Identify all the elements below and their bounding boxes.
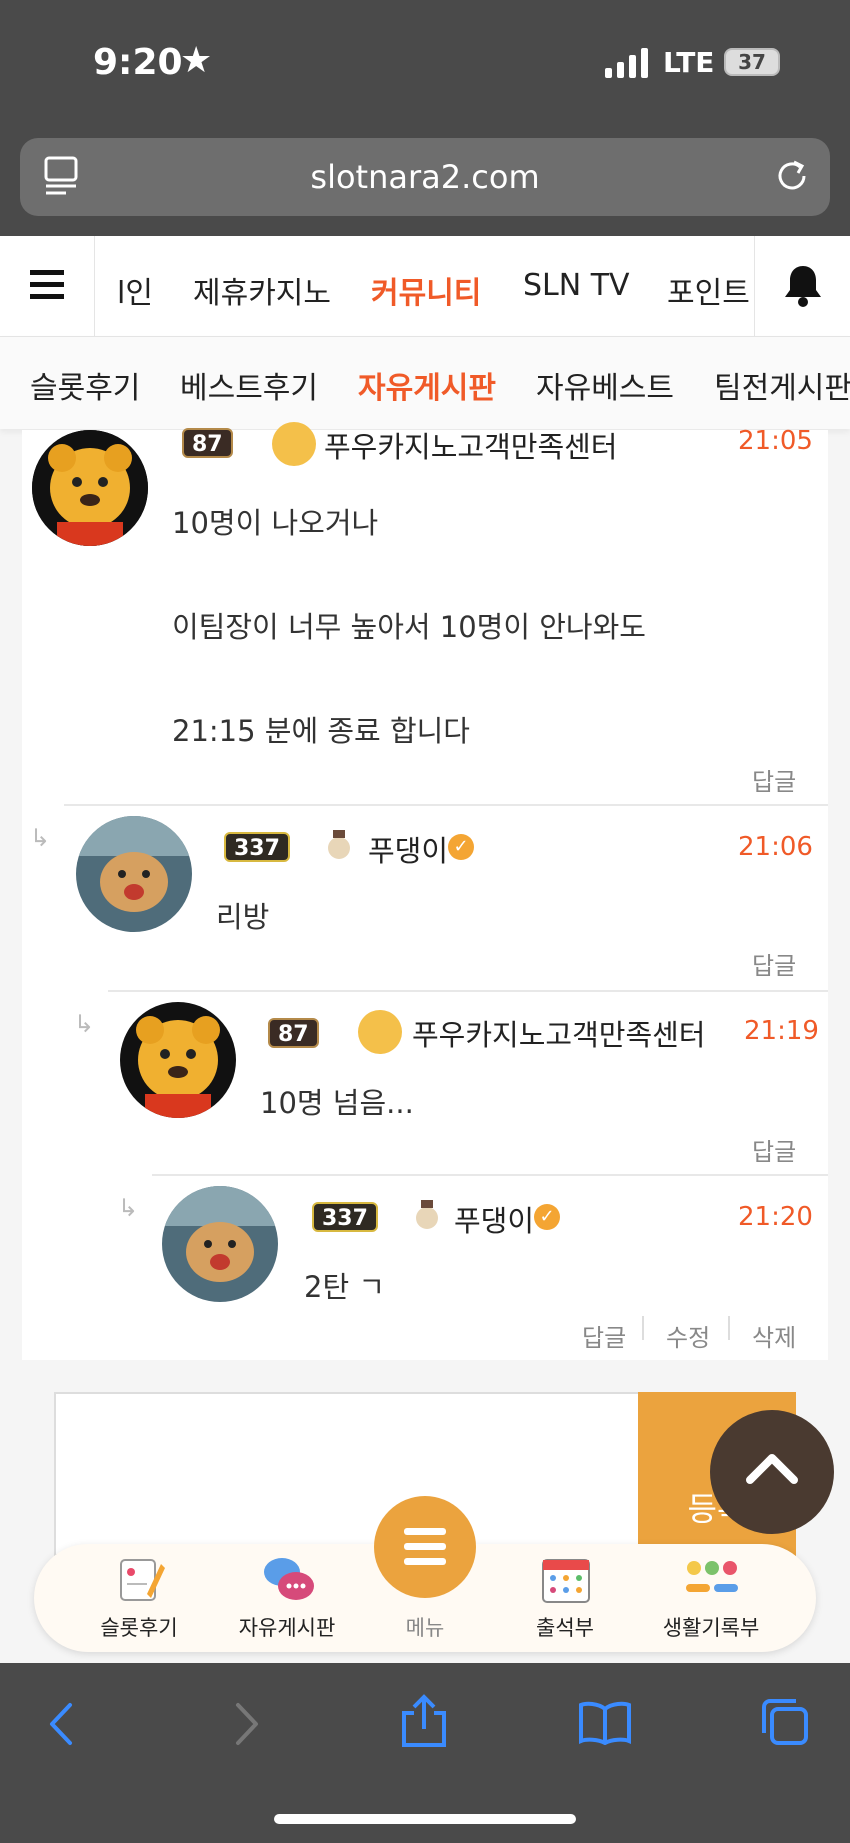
dog-avatar-icon bbox=[76, 816, 192, 932]
bell-icon bbox=[785, 266, 821, 307]
fm-slot-review[interactable]: 슬롯후기 bbox=[74, 1544, 204, 1652]
fm-label: 출석부 bbox=[536, 1616, 594, 1640]
nav-item-community[interactable]: 커뮤니티 bbox=[371, 268, 481, 312]
comment-author[interactable]: 푸댕이 bbox=[368, 828, 448, 870]
status-bar: 9:20 ★ LTE 37 slotnara2.com bbox=[0, 0, 850, 236]
comment-time: 21:19 bbox=[744, 1016, 819, 1046]
tabs-icon[interactable] bbox=[760, 1697, 810, 1747]
fm-label: 메뉴 bbox=[405, 1616, 445, 1640]
comment-author[interactable]: 푸우카지노고객만족센터 bbox=[412, 1012, 705, 1054]
divider bbox=[642, 1316, 644, 1340]
fm-label: 생활기록부 bbox=[662, 1616, 760, 1640]
main-nav: l인 제휴카지노 커뮤니티 SLN TV 포인트 bbox=[0, 236, 850, 337]
comment-line: 2탄 ㄱ bbox=[304, 1270, 386, 1304]
divider bbox=[152, 1174, 828, 1176]
avatar[interactable] bbox=[120, 1002, 236, 1118]
tab-team-board[interactable]: 팀전게시판 bbox=[714, 363, 850, 407]
chevron-up-icon bbox=[746, 1454, 798, 1484]
forward-icon[interactable] bbox=[232, 1701, 262, 1747]
comment-line: 10명이 나오거나 bbox=[172, 506, 379, 540]
level-badge: 87 bbox=[182, 428, 233, 458]
character-icon bbox=[412, 1198, 442, 1234]
pooh-icon bbox=[358, 1010, 402, 1054]
reply-button[interactable]: 답글 bbox=[582, 1318, 626, 1353]
comment-input[interactable] bbox=[54, 1392, 642, 1556]
comment-line: 이팀장이 너무 높아서 10명이 안나와도 bbox=[172, 610, 646, 644]
avatar[interactable] bbox=[76, 816, 192, 932]
notification-button[interactable] bbox=[754, 236, 850, 336]
verified-icon: ✓ bbox=[448, 834, 474, 860]
fm-label: 자유게시판 bbox=[238, 1616, 336, 1640]
menu-button[interactable] bbox=[0, 236, 95, 336]
tab-slot-review[interactable]: 슬롯후기 bbox=[30, 363, 140, 407]
comment-time: 21:20 bbox=[738, 1202, 813, 1232]
dog-avatar-icon bbox=[162, 1186, 278, 1302]
tab-free-board[interactable]: 자유게시판 bbox=[358, 363, 496, 407]
comment-list: 87 푸우카지노고객만족센터 21:05 10명이 나오거나 이팀장이 너무 높… bbox=[22, 422, 828, 1360]
sub-nav: 슬롯후기 베스트후기 자유게시판 자유베스트 팀전게시판 bbox=[0, 337, 850, 429]
avatar[interactable] bbox=[162, 1186, 278, 1302]
comment-time: 21:06 bbox=[738, 832, 813, 862]
fm-label: 슬롯후기 bbox=[100, 1616, 178, 1640]
pooh-avatar-icon bbox=[120, 1002, 236, 1118]
hamburger-icon bbox=[30, 270, 64, 299]
verified-icon: ✓ bbox=[534, 1204, 560, 1230]
comment-line: 10명 넘음... bbox=[260, 1086, 414, 1120]
comment-line: 21:15 분에 종료 합니다 bbox=[172, 714, 470, 748]
divider bbox=[64, 804, 828, 806]
fm-attendance[interactable]: 출석부 bbox=[500, 1544, 630, 1652]
edit-button[interactable]: 수정 bbox=[666, 1318, 710, 1353]
fm-free-board[interactable]: 자유게시판 bbox=[222, 1544, 352, 1652]
avatar[interactable] bbox=[32, 430, 148, 546]
fm-life-record[interactable]: 생활기록부 bbox=[646, 1544, 776, 1652]
level-badge: 337 bbox=[224, 832, 290, 862]
nav-item-partner-casino[interactable]: 제휴카지노 bbox=[193, 268, 331, 312]
reload-icon[interactable] bbox=[772, 156, 812, 196]
bookmarks-icon[interactable] bbox=[578, 1701, 632, 1745]
level-badge: 87 bbox=[268, 1018, 319, 1048]
share-icon[interactable] bbox=[400, 1693, 448, 1749]
calendar-icon bbox=[542, 1559, 590, 1603]
reply-button[interactable]: 답글 bbox=[752, 762, 796, 797]
url-bar[interactable]: slotnara2.com bbox=[20, 138, 830, 216]
nav-item-point[interactable]: 포인트 bbox=[667, 268, 750, 312]
delete-button[interactable]: 삭제 bbox=[752, 1318, 796, 1353]
divider bbox=[728, 1316, 730, 1340]
pooh-icon bbox=[272, 422, 316, 466]
divider bbox=[108, 990, 828, 992]
scroll-top-button[interactable] bbox=[710, 1410, 834, 1534]
comment-line: 리방 bbox=[216, 900, 270, 934]
character-icon bbox=[324, 828, 354, 864]
comment-time: 21:05 bbox=[738, 426, 813, 456]
comment-author[interactable]: 푸우카지노고객만족센터 bbox=[324, 424, 617, 466]
pooh-avatar-icon bbox=[32, 430, 148, 546]
main-nav-scroll: l인 제휴카지노 커뮤니티 SLN TV 포인트 bbox=[95, 236, 753, 336]
reply-button[interactable]: 답글 bbox=[752, 946, 796, 981]
level-badge: 337 bbox=[312, 1202, 378, 1232]
battery-level: 37 bbox=[738, 50, 766, 74]
tab-free-best[interactable]: 자유베스트 bbox=[536, 363, 674, 407]
comment-author[interactable]: 푸댕이 bbox=[454, 1198, 534, 1240]
nav-item-sln-tv[interactable]: SLN TV bbox=[523, 268, 630, 303]
back-icon[interactable] bbox=[46, 1701, 76, 1747]
battery-icon: 37 bbox=[724, 48, 780, 76]
home-indicator[interactable] bbox=[274, 1814, 576, 1824]
url-text[interactable]: slotnara2.com bbox=[20, 158, 830, 196]
reply-arrow-icon: ↳ bbox=[30, 824, 51, 852]
chat-bubbles-icon bbox=[264, 1558, 314, 1600]
reply-arrow-icon: ↳ bbox=[74, 1010, 95, 1038]
reply-button[interactable]: 답글 bbox=[752, 1132, 796, 1167]
reply-arrow-icon: ↳ bbox=[118, 1194, 139, 1222]
nav-item-login[interactable]: l인 bbox=[117, 268, 153, 312]
hamburger-icon bbox=[404, 1528, 446, 1565]
emoji-record-icon bbox=[686, 1561, 738, 1592]
review-icon bbox=[120, 1559, 165, 1601]
tab-best-review[interactable]: 베스트후기 bbox=[180, 363, 318, 407]
status-time: 9:20 bbox=[93, 42, 183, 83]
network-type: LTE bbox=[663, 46, 715, 79]
signal-icon bbox=[605, 48, 648, 78]
menu-center-button[interactable] bbox=[374, 1496, 476, 1598]
location-star-icon: ★ bbox=[180, 40, 213, 81]
